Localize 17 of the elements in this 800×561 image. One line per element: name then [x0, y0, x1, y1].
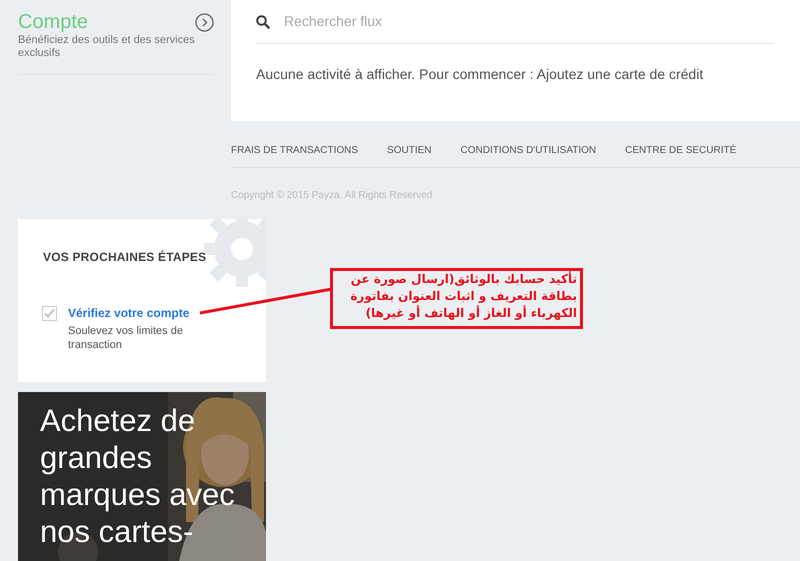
- next-steps-title: VOS PROCHAINES ÉTAPES: [43, 249, 206, 266]
- footer-link[interactable]: CENTRE DE SECURITÉ: [625, 143, 736, 158]
- search-input[interactable]: Rechercher flux: [284, 11, 584, 32]
- footer-link[interactable]: SOUTIEN: [387, 143, 432, 158]
- footer-link[interactable]: FRAIS DE TRANSACTIONS: [231, 143, 358, 158]
- promo-headline: marques avec: [40, 476, 235, 513]
- promo-headline: nos cartes-: [40, 513, 194, 550]
- annotation-note: تأكيد حسابك بالوثائق(ارسال صورة عن بطاقة التعريف و اثبات العنوان بفاتورة الكهرباء أو الغاز أو الهاتف أو غيرها): [330, 268, 583, 329]
- account-subtitle: Bénéficiez des outils et des services exclusifs: [18, 34, 196, 60]
- promo-headline: Achetez de: [40, 402, 196, 439]
- promo-headline: grandes: [40, 439, 154, 476]
- step-description: Soulevez vos limites de transaction: [68, 324, 184, 352]
- account-title: Compte: [18, 10, 88, 34]
- footer-link[interactable]: CONDITIONS D'UTILISATION: [460, 143, 596, 158]
- verify-account-link[interactable]: Vérifiez votre compte: [68, 305, 208, 321]
- search-field[interactable]: Rechercher flux: [256, 0, 774, 44]
- empty-activity-message: Aucune activité à afficher. Pour commencer : Ajoutez une carte de crédit: [256, 65, 704, 84]
